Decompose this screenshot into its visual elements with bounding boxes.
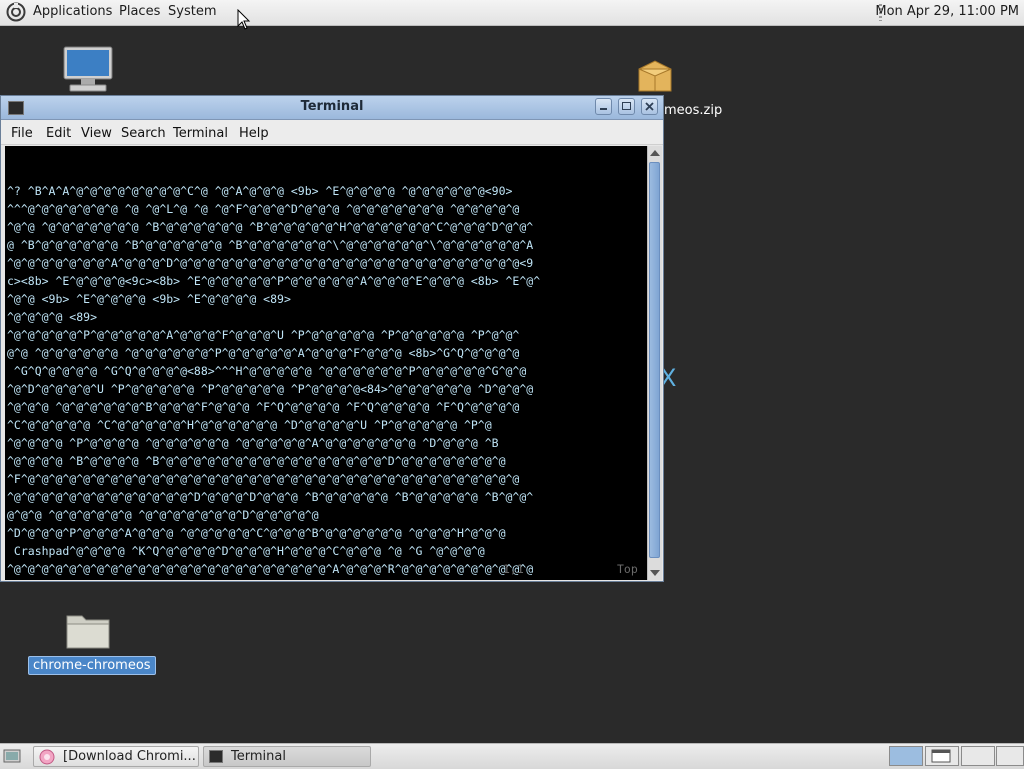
file-menu[interactable]: File [11,126,33,141]
scroll-down-icon[interactable] [650,570,660,576]
terminal-line: ^? ^B^A^A^@^@^@^@^@^@^@^@^C^@ ^@^A^@^@^@… [7,184,513,198]
top-panel: Applications Places System Mon Apr 29, 1… [0,0,1024,26]
maximize-button[interactable] [618,98,635,115]
terminal-line: ^C^@^@^@^@^@ ^C^@^@^@^@^@^H^@^@^@^@^@^@ … [7,418,492,432]
terminal-line: ^D^@^@^@^P^@^@^@^A^@^@^@ ^@^@^@^@^@^C^@^… [7,526,506,540]
terminal-line: ^@^@^@^@ <89> [7,310,98,324]
view-menu[interactable]: View [81,126,112,141]
folder-label[interactable]: chrome-chromeos [28,656,156,675]
terminal-line: ^@^@^@^@^@^P^@^@^@^@^@^A^@^@^@^F^@^@^@^U… [7,328,520,342]
terminal-line: ^@^@^@^@^@^@^@^A^@^@^@^D^@^@^@^@^@^@^@^@… [7,256,534,270]
show-desktop-icon[interactable] [3,748,21,764]
applications-menu[interactable]: Applications [33,4,112,19]
help-menu[interactable]: Help [239,126,269,141]
terminal-line: ^@^@^@^@ ^P^@^@^@^@ ^@^@^@^@^@^@ ^@^@^@^… [7,436,499,450]
menu-bar: File Edit View Search Terminal Help [1,120,663,145]
terminal-icon [209,750,223,763]
terminal-line: ^@^@^@^@^@^@^@^@^@^@^@^@^@^D^@^@^@^D^@^@… [7,490,534,504]
window-title: Terminal [300,99,364,114]
terminal-line: c><8b> ^E^@^@^@^@<9c><8b> ^E^@^@^@^@^@^P… [7,274,541,288]
taskbar-item-label: Terminal [231,749,286,764]
browser-icon [39,749,55,765]
workspace-1[interactable] [889,746,923,766]
mouse-cursor-icon [237,9,251,30]
bottom-panel: [Download Chromi... Terminal [0,743,1024,769]
minimize-icon [600,108,607,110]
folder-icon[interactable] [64,610,112,650]
system-menu[interactable]: System [168,4,216,19]
terminal-line: @^@^@ ^@^@^@^@^@^@ ^@^@^@^@^@^@^@^D^@^@^… [7,508,319,522]
vertical-scrollbar[interactable] [647,146,662,580]
terminal-line: ^@^@ ^@^@^@^@^@^@^@ ^B^@^@^@^@^@^@ ^B^@^… [7,220,534,234]
taskbar-item-browser[interactable]: [Download Chromi... [33,746,199,767]
minimize-button[interactable] [595,98,612,115]
places-menu[interactable]: Places [119,4,160,19]
terminal-line: ^@^@^@ ^@^@^@^@^@^@^B^@^@^@^F^@^@^@ ^F^Q… [7,400,520,414]
zip-file-label[interactable]: meos.zip [664,103,722,118]
taskbar-item-terminal[interactable]: Terminal [203,746,371,767]
terminal-line: ^F^@^@^@^@^@^@^@^@^@^@^@^@^@^@^@^@^@^@^@… [7,472,520,486]
scroll-thumb[interactable] [649,162,660,558]
workspace-3[interactable] [961,746,995,766]
cursor-position: 1,1 [503,562,524,576]
computer-icon[interactable] [62,46,114,94]
edit-menu[interactable]: Edit [46,126,71,141]
scroll-position-label: Top [617,562,638,576]
zip-archive-icon[interactable] [636,57,674,95]
terminal-line: Crashpad^@^@^@^@ ^K^Q^@^@^@^@^D^@^@^@^H^… [7,544,485,558]
terminal-line: @^@ ^@^@^@^@^@^@ ^@^@^@^@^@^@^P^@^@^@^@^… [7,346,520,360]
clock[interactable]: Mon Apr 29, 11:00 PM [875,4,1019,19]
terminal-line: ^^^@^@^@^@^@^@^@ ^@ ^@^L^@ ^@ ^@^F^@^@^@… [7,202,520,216]
terminal-line: ^G^Q^@^@^@^@ ^G^Q^@^@^@^@<88>^^^H^@^@^@^… [7,364,527,378]
close-button[interactable] [641,98,658,115]
window-thumb-icon [931,749,951,763]
taskbar-item-label: [Download Chromi... [63,749,196,764]
title-bar[interactable]: Terminal [1,96,663,120]
workspace-2[interactable] [925,746,959,766]
distro-logo-icon[interactable] [6,2,26,22]
close-icon [645,102,654,111]
workspace-4[interactable] [996,746,1024,766]
scroll-up-icon[interactable] [650,150,660,156]
terminal-line: ^@^@ <9b> ^E^@^@^@^@ <9b> ^E^@^@^@^@ <89… [7,292,291,306]
terminal-line: ^@^@^@^@^@^@^@^@^@^@^@^@^@^@^@^@^@^@^@^@… [7,562,534,576]
terminal-line: @ ^B^@^@^@^@^@^@ ^B^@^@^@^@^@^@ ^B^@^@^@… [7,238,534,252]
terminal-line: @@@ [5,578,647,580]
terminal-window[interactable]: Terminal File Edit View Search Terminal … [0,95,664,582]
terminal-line: ^@^D^@^@^@^@^U ^P^@^@^@^@^@ ^P^@^@^@^@^@… [7,382,534,396]
search-menu[interactable]: Search [121,126,166,141]
terminal-menu[interactable]: Terminal [173,126,228,141]
terminal-output[interactable]: ^? ^B^A^A^@^@^@^@^@^@^@^@^C^@ ^@^A^@^@^@… [5,146,647,580]
maximize-icon [622,102,631,110]
terminal-line: ^@^@^@^@ ^B^@^@^@^@ ^B^@^@^@^@^@^@^@^@^@… [7,454,506,468]
